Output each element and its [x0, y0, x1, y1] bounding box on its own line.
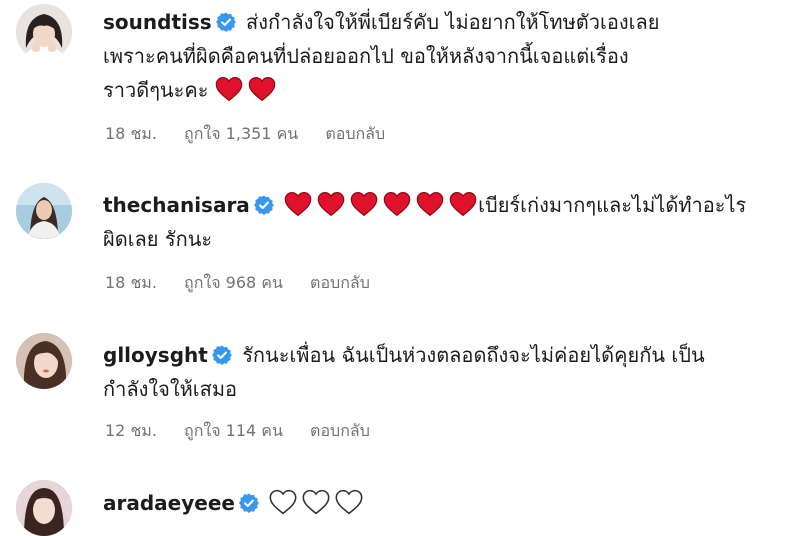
reply-button[interactable]: ตอบกลับ [310, 421, 370, 440]
avatar-image [16, 4, 72, 60]
white-heart-icon [269, 489, 297, 515]
avatar[interactable] [16, 183, 72, 239]
comment-text: เพราะคนที่ผิดคือคนที่ปล่อยออกไป ขอให้หลั… [103, 44, 629, 68]
avatar[interactable] [16, 333, 72, 389]
verified-badge-icon [216, 12, 236, 32]
verified-badge-icon [239, 493, 259, 513]
white-heart-icon [302, 489, 330, 515]
like-count[interactable]: ถูกใจ 1,351 คน [184, 124, 298, 143]
comment-text: เบียร์เก่งมากๆและไม่ได้ทำอะไร [478, 193, 747, 217]
comment-text: ผิดเลย รักนะ [103, 227, 213, 251]
comment-username[interactable]: glloysght [103, 343, 208, 367]
comment-text: ราวดีๆนะคะ [103, 78, 209, 102]
comment-time: 18 ชม. [105, 124, 157, 143]
comment-text: กำลังใจให้เสมอ [103, 377, 238, 401]
reply-button[interactable]: ตอบกลับ [310, 273, 370, 292]
comment-time: 12 ชม. [105, 421, 157, 440]
red-heart-icon [449, 191, 477, 217]
comment-text: ส่งกำลังใจให้พี่เบียร์คับ ไม่อยากให้โทษต… [246, 10, 660, 34]
avatar[interactable] [16, 4, 72, 60]
like-count[interactable]: ถูกใจ 114 คน [184, 421, 283, 440]
comment-time: 18 ชม. [105, 273, 157, 292]
avatar-image [16, 333, 72, 389]
comment-username[interactable]: thechanisara [103, 193, 250, 217]
avatar-image [16, 183, 72, 239]
verified-badge-icon [212, 345, 232, 365]
white-heart-icon [335, 489, 363, 515]
red-heart-icon [248, 76, 276, 102]
comment-username[interactable]: aradaeyeee [103, 491, 235, 515]
red-heart-icon [284, 191, 312, 217]
verified-badge-icon [254, 195, 274, 215]
like-count[interactable]: ถูกใจ 968 คน [184, 273, 283, 292]
red-heart-icon [383, 191, 411, 217]
reply-button[interactable]: ตอบกลับ [325, 124, 385, 143]
red-heart-icon [317, 191, 345, 217]
comment-text: รักนะเพื่อน ฉันเป็นห่วงตลอดถึงจะไม่ค่อยไ… [242, 343, 705, 367]
comment-username[interactable]: soundtiss [103, 10, 212, 34]
red-heart-icon [416, 191, 444, 217]
red-heart-icon [215, 76, 243, 102]
red-heart-icon [350, 191, 378, 217]
